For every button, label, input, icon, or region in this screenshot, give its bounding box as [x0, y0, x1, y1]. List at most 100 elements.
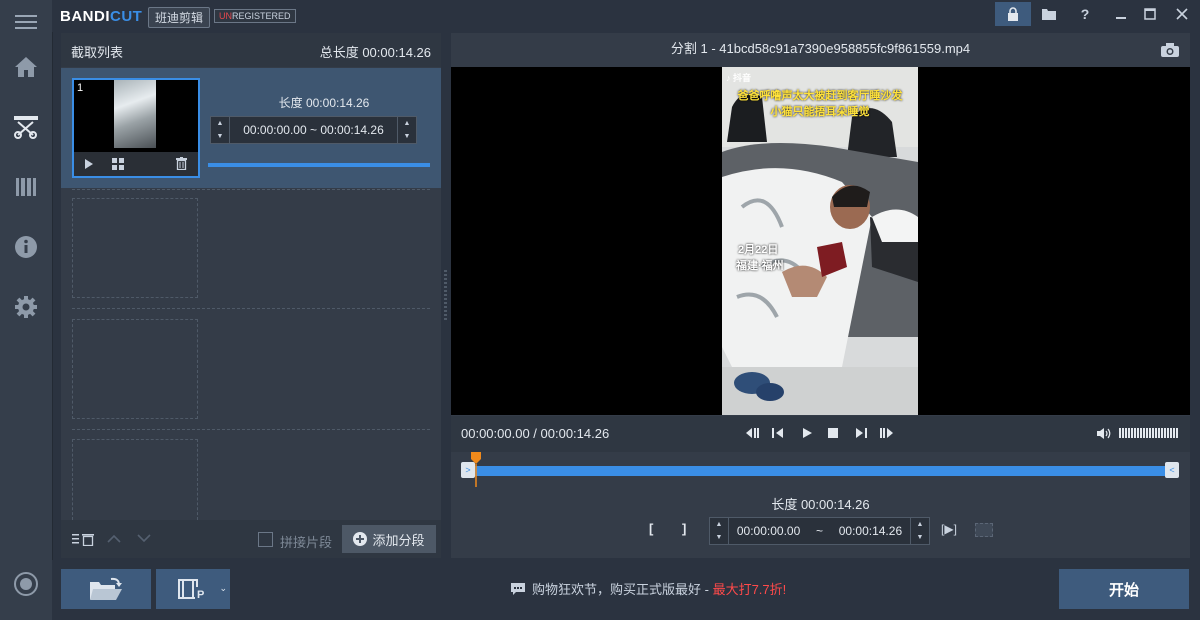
panel-splitter[interactable] — [444, 270, 447, 320]
spin-down-icon[interactable]: ▼ — [404, 133, 411, 141]
add-segment-label: 添加分段 — [372, 532, 425, 548]
merge-checkbox[interactable] — [258, 532, 273, 547]
volume-icon[interactable] — [1096, 427, 1112, 440]
dropdown-arrow-icon[interactable]: ⌄ — [219, 583, 227, 594]
clip-list-title: 截取列表 — [71, 45, 124, 60]
end-spinner[interactable]: ▲ ▼ — [910, 518, 929, 544]
empty-clip-slot — [72, 439, 198, 520]
left-nav — [0, 0, 53, 620]
set-start-button[interactable]: [ — [649, 521, 653, 536]
camera-icon[interactable] — [1160, 42, 1180, 58]
help-icon[interactable]: ? — [1067, 2, 1103, 26]
close-icon[interactable] — [1164, 2, 1200, 26]
title-bar: BANDICUT 班迪剪辑 UNREGISTERED ? — [52, 0, 1200, 32]
move-down-icon[interactable] — [137, 534, 151, 543]
home-icon[interactable] — [0, 45, 52, 89]
cut-icon[interactable] — [0, 105, 52, 149]
info-icon[interactable] — [0, 225, 52, 269]
prev-segment-icon[interactable] — [744, 427, 760, 439]
video-preview[interactable]: ♪ 抖音 爸爸呼噜声太大被赶到客厅睡沙发 小猫只能捂耳朵睡觉 2月22日 福建·… — [451, 67, 1190, 415]
start-spinner[interactable]: ▲ ▼ — [710, 518, 729, 544]
preview-panel: 分割 1 - 41bcd58c91a7390e958855fc9f861559.… — [451, 33, 1190, 558]
empty-clip-slot — [72, 319, 198, 419]
video-location: 福建·福州 — [736, 260, 784, 272]
plus-circle-icon — [353, 532, 368, 546]
start-spinner[interactable]: ▲ ▼ — [211, 117, 230, 143]
encoding-settings-button[interactable]: P ⌄ — [156, 569, 230, 609]
stop-icon[interactable] — [827, 427, 839, 439]
bottom-bar: P ⌄ 购物狂欢节，购买正式版最好 - 最大打7.7折! 开始 — [52, 560, 1200, 620]
empty-clip-slot — [72, 198, 198, 298]
clip-list-header: 截取列表 总长度 00:00:14.26 — [61, 33, 441, 67]
menu-icon[interactable] — [0, 0, 52, 44]
delete-all-icon[interactable] — [72, 533, 96, 546]
playback-controls: 00:00:00.00 / 00:00:14.26 — [451, 416, 1190, 452]
prev-frame-icon[interactable] — [771, 427, 785, 439]
slot-divider — [72, 308, 430, 309]
end-spinner[interactable]: ▲ ▼ — [397, 117, 416, 143]
total-length: 总长度 00:00:14.26 — [319, 45, 431, 60]
stop-selection-button[interactable] — [975, 523, 993, 537]
clip-time-text[interactable]: 00:00:00.00 ~ 00:00:14.26 — [230, 123, 397, 137]
unregistered-badge[interactable]: UNREGISTERED — [214, 9, 296, 23]
play-selection-button[interactable]: [▶] — [941, 522, 957, 536]
segment-time-text[interactable]: 00:00:00.00 ~00:00:14.26 — [729, 524, 910, 538]
set-end-button[interactable]: ] — [682, 521, 686, 536]
clip-list-footer: 拼接片段 添加分段 — [61, 520, 441, 558]
segment-file-title: 分割 1 - 41bcd58c91a7390e958855fc9f861559.… — [670, 41, 971, 56]
video-caption-2: 小猫只能捂耳朵睡觉 — [770, 106, 870, 118]
play-icon[interactable] — [801, 427, 813, 439]
gear-icon[interactable] — [0, 285, 52, 329]
clip-time-range[interactable]: ▲ ▼ 00:00:00.00 ~ 00:00:14.26 ▲ ▼ — [210, 116, 417, 144]
clip-length: 长度 00:00:14.26 — [278, 96, 370, 110]
segment-time-range[interactable]: ▲ ▼ 00:00:00.00 ~00:00:14.26 ▲ ▼ — [709, 517, 930, 545]
merge-label: 拼接片段 — [280, 535, 333, 550]
clip-progress-fill — [208, 163, 430, 167]
promo-discount[interactable]: 最大打7.7折! — [713, 582, 787, 597]
brand-cn-label: 班迪剪辑 — [148, 7, 211, 28]
promo-banner[interactable]: 购物狂欢节，购买正式版最好 - 最大打7.7折! — [510, 579, 786, 598]
next-segment-icon[interactable] — [879, 427, 895, 439]
record-icon[interactable] — [0, 562, 52, 606]
timeline[interactable]: > < — [461, 452, 1179, 487]
folder-open-icon — [90, 577, 122, 600]
tiktok-icon: ♪ 抖音 — [726, 73, 752, 83]
thumb-trash-icon[interactable] — [176, 157, 187, 170]
add-segment-button[interactable]: 添加分段 — [342, 525, 436, 553]
clip-index: 1 — [77, 82, 84, 94]
end-marker-handle[interactable]: < — [1165, 462, 1179, 478]
slot-divider — [72, 189, 430, 190]
thumb-toolbar — [74, 152, 198, 176]
spin-up-icon[interactable]: ▲ — [217, 120, 224, 128]
playhead[interactable] — [470, 452, 482, 488]
spin-up-icon[interactable]: ▲ — [917, 521, 924, 529]
maximize-icon[interactable] — [1132, 2, 1168, 26]
open-file-button[interactable] — [61, 569, 151, 609]
spin-down-icon[interactable]: ▼ — [917, 534, 924, 542]
next-frame-icon[interactable] — [854, 427, 868, 439]
timeline-track[interactable] — [463, 466, 1177, 476]
film-settings-icon: P — [178, 579, 207, 600]
move-up-icon[interactable] — [107, 534, 121, 543]
thumb-play-icon[interactable] — [84, 158, 94, 170]
thumb-grid-icon[interactable] — [112, 158, 124, 170]
promo-text: 购物狂欢节，购买正式版最好 - — [532, 582, 713, 597]
start-button[interactable]: 开始 — [1059, 569, 1189, 609]
slot-divider — [72, 429, 430, 430]
film-icon[interactable] — [0, 165, 52, 209]
lock-icon[interactable] — [995, 2, 1031, 26]
clip-item[interactable]: 1 长度 00:00:14.26 ▲ ▼ 00:00:00.00 ~ 00:00:… — [61, 68, 441, 188]
video-frame: ♪ 抖音 爸爸呼噜声太大被赶到客厅睡沙发 小猫只能捂耳朵睡觉 2月22日 福建·… — [722, 67, 918, 415]
svg-text:P: P — [197, 589, 204, 600]
spin-up-icon[interactable]: ▲ — [716, 521, 723, 529]
spin-down-icon[interactable]: ▼ — [217, 133, 224, 141]
brand-logo: BANDICUT — [60, 8, 143, 25]
video-caption-1: 爸爸呼噜声太大被赶到客厅睡沙发 — [737, 90, 903, 102]
video-date: 2月22日 — [738, 244, 779, 256]
volume-slider[interactable] — [1119, 428, 1179, 438]
spin-down-icon[interactable]: ▼ — [716, 534, 723, 542]
clip-thumbnail[interactable]: 1 — [72, 78, 200, 178]
spin-up-icon[interactable]: ▲ — [404, 120, 411, 128]
time-display: 00:00:00.00 / 00:00:14.26 — [461, 426, 610, 441]
folder-icon[interactable] — [1031, 2, 1067, 26]
